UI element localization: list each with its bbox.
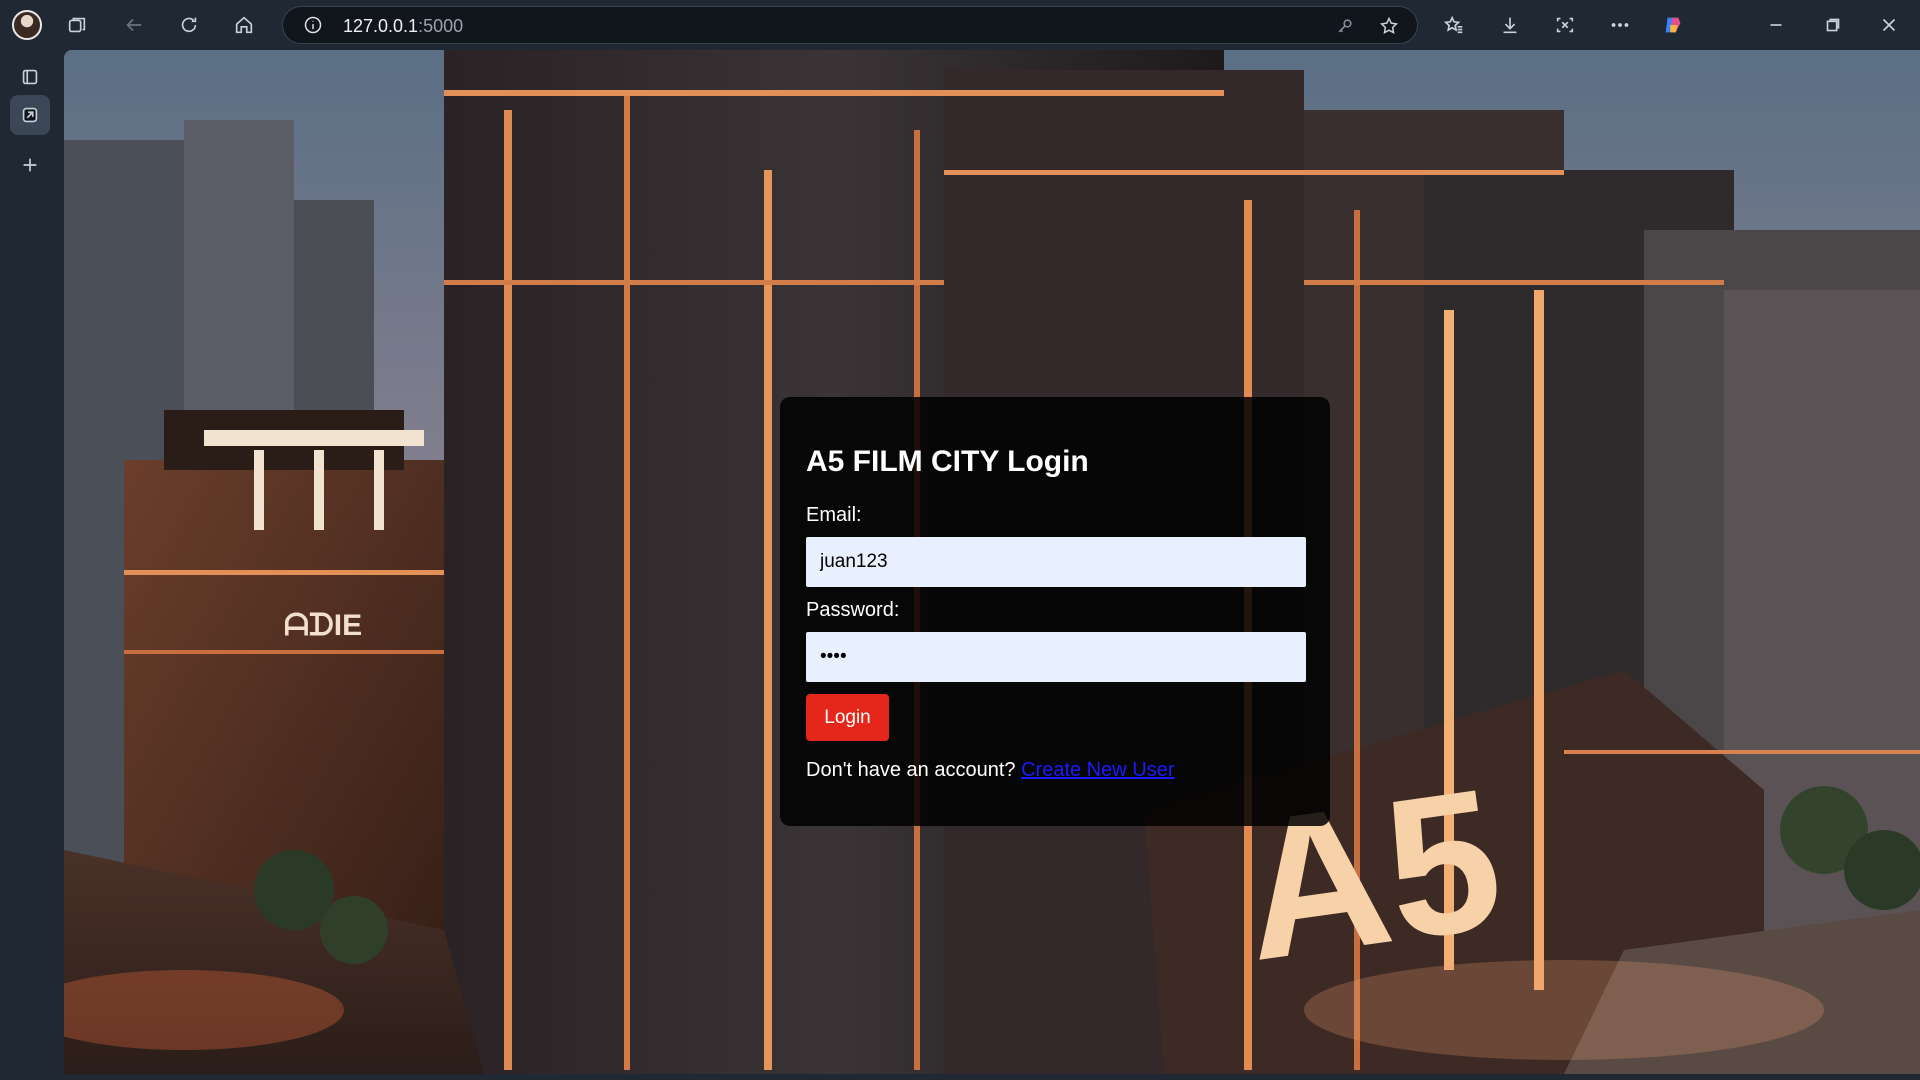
login-panel: A5 FILM CITY Login Email: Password: Logi… — [780, 397, 1330, 826]
profile-avatar[interactable] — [12, 10, 42, 40]
address-bar[interactable]: 127.0.0.1:5000 — [282, 6, 1418, 44]
download-icon[interactable] — [1493, 8, 1527, 42]
page-viewport: A5 ᗩᗪIE A5 FILM CITY Login Email: Passwo… — [64, 50, 1920, 1074]
copilot-icon[interactable] — [1656, 8, 1690, 42]
screenshot-icon[interactable] — [1548, 8, 1582, 42]
restore-icon[interactable] — [1816, 8, 1850, 42]
workspaces-icon[interactable] — [60, 8, 94, 42]
browser-toolbar: 127.0.0.1:5000 — [0, 0, 1920, 50]
password-label: Password: — [806, 599, 900, 621]
login-button[interactable]: Login — [806, 694, 889, 741]
window-bottom-edge — [0, 1074, 1920, 1080]
close-icon[interactable] — [1872, 8, 1906, 42]
active-tab-icon[interactable] — [10, 95, 50, 135]
url-host: 127.0.0.1 — [343, 16, 419, 36]
new-tab-icon[interactable] — [10, 145, 50, 185]
key-icon[interactable] — [1335, 16, 1355, 41]
url-text[interactable]: 127.0.0.1:5000 — [343, 16, 463, 37]
refresh-icon[interactable] — [172, 8, 206, 42]
tab-actions-icon[interactable] — [10, 57, 50, 97]
svg-text:ᗩᗪIE: ᗩᗪIE — [284, 609, 362, 642]
home-icon[interactable] — [227, 8, 261, 42]
back-icon[interactable] — [117, 8, 151, 42]
more-icon[interactable] — [1603, 8, 1637, 42]
favorites-icon[interactable] — [1437, 8, 1471, 42]
email-label: Email: — [806, 504, 862, 526]
vertical-tabs-sidebar — [0, 50, 64, 1080]
minimize-icon[interactable] — [1759, 8, 1793, 42]
url-port: :5000 — [418, 16, 464, 36]
page-title: A5 FILM CITY Login — [806, 445, 1089, 478]
signup-prompt: Don't have an account? Create New User — [806, 759, 1174, 782]
star-icon[interactable] — [1379, 16, 1399, 41]
email-field[interactable] — [806, 537, 1306, 587]
password-field[interactable] — [806, 632, 1306, 682]
create-new-user-link[interactable]: Create New User — [1021, 759, 1174, 781]
info-icon[interactable] — [303, 15, 323, 35]
signup-prompt-text: Don't have an account? — [806, 759, 1016, 781]
